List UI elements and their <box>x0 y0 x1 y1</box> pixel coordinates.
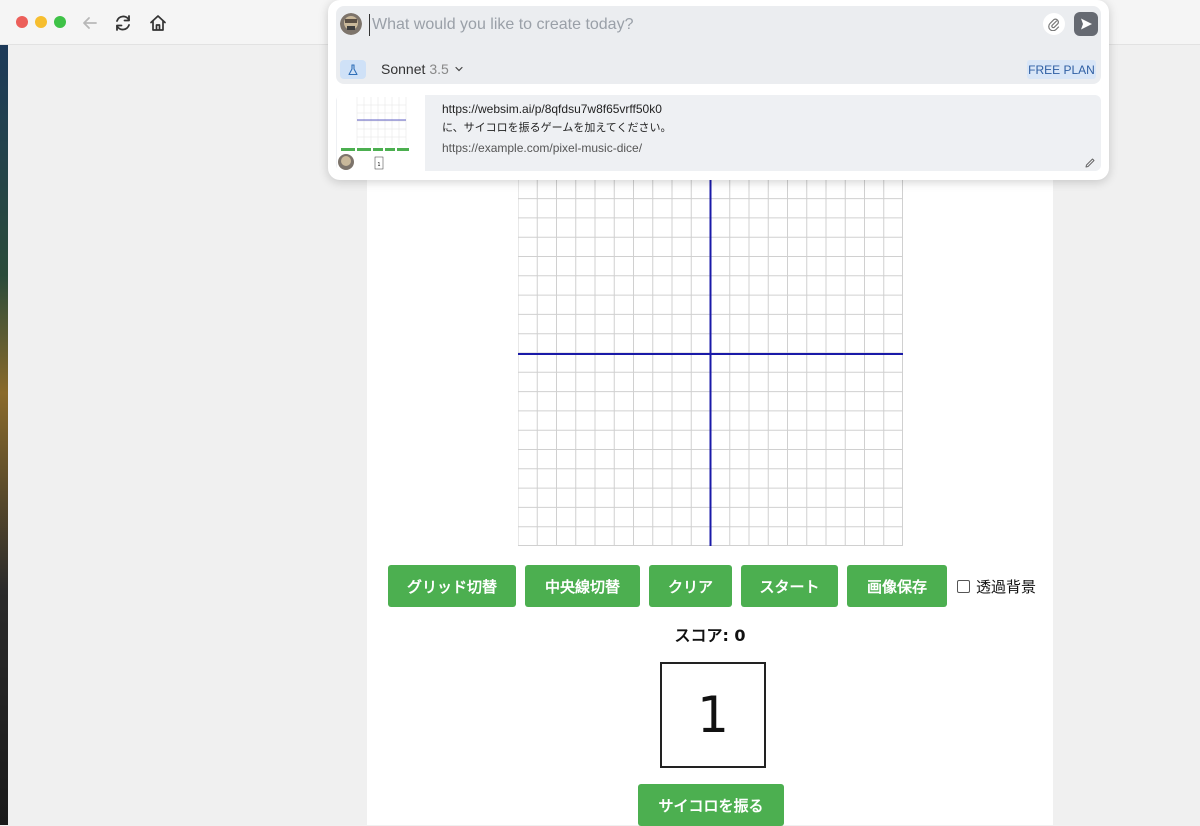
home-icon[interactable] <box>147 12 169 34</box>
history-item[interactable]: 1 https://websim.ai/p/8qfdsu7w8f65vrff50… <box>336 95 1101 171</box>
transparent-bg-label: 透過背景 <box>976 577 1037 596</box>
send-arrow-icon <box>1081 18 1092 30</box>
plan-badge: FREE PLAN <box>1027 60 1096 79</box>
maximize-window-button[interactable] <box>54 16 66 28</box>
save-image-button[interactable]: 画像保存 <box>847 565 947 607</box>
model-name: Sonnet <box>381 61 426 77</box>
model-selector[interactable]: Sonnet 3.5 <box>381 61 464 77</box>
thumb-dice-digit: 1 <box>377 162 380 168</box>
model-version: 3.5 <box>429 61 449 77</box>
send-button[interactable] <box>1074 12 1098 36</box>
score-label: スコア: <box>674 626 729 645</box>
clear-button[interactable]: クリア <box>649 565 732 607</box>
grid-toggle-button[interactable]: グリッド切替 <box>388 565 516 607</box>
minimize-window-button[interactable] <box>35 16 47 28</box>
user-avatar[interactable] <box>340 13 362 35</box>
experiment-toggle-button[interactable] <box>340 60 366 79</box>
start-button[interactable]: スタート <box>741 565 838 607</box>
center-line-toggle-button[interactable]: 中央線切替 <box>525 565 640 607</box>
transparent-bg-checkbox[interactable] <box>957 579 970 593</box>
pencil-icon[interactable] <box>1084 157 1096 169</box>
score-value: 0 <box>734 626 746 645</box>
prompt-panel: What would you like to create today? Son… <box>328 0 1109 180</box>
history-url: https://websim.ai/p/8qfdsu7w8f65vrff50k0 <box>442 102 662 116</box>
history-link[interactable]: https://example.com/pixel-music-dice/ <box>442 141 642 155</box>
transparent-bg-option[interactable]: 透過背景 <box>957 576 1036 597</box>
paperclip-icon <box>1048 18 1060 31</box>
close-window-button[interactable] <box>16 16 28 28</box>
reload-icon[interactable] <box>112 12 134 34</box>
prompt-input[interactable]: What would you like to create today? <box>369 14 1032 36</box>
roll-dice-button[interactable]: サイコロを振る <box>638 784 784 826</box>
chevron-down-icon <box>455 66 463 72</box>
desktop-wallpaper-edge <box>0 40 8 825</box>
attach-file-button[interactable] <box>1043 13 1065 35</box>
score-display: スコア: 0 <box>560 622 860 646</box>
history-thumbnail: 1 <box>337 95 425 171</box>
drawing-grid-canvas[interactable] <box>518 160 903 546</box>
back-arrow-icon[interactable] <box>79 12 101 34</box>
prompt-input-area: What would you like to create today? Son… <box>336 6 1101 84</box>
control-button-row: グリッド切替 中央線切替 クリア スタート 画像保存 透過背景 <box>388 565 1036 607</box>
flask-icon <box>348 63 358 75</box>
history-prompt-text: に、サイコロを振るゲームを加えてください。 <box>442 121 672 134</box>
dice-face: 1 <box>660 662 766 768</box>
